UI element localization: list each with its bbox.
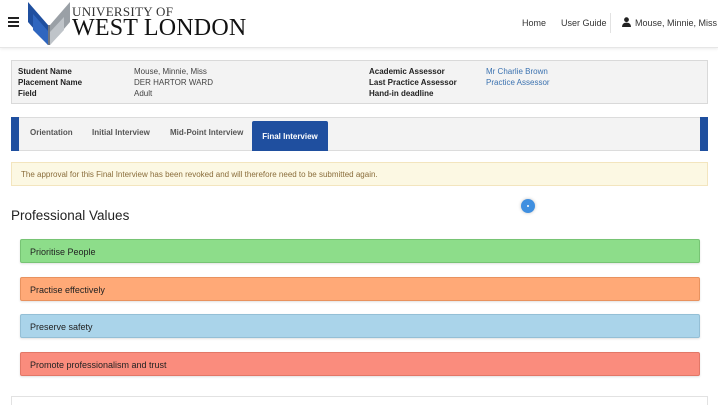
- hand-in-deadline-label: Hand-in deadline: [369, 89, 434, 98]
- user-guide-link[interactable]: User Guide: [561, 18, 607, 28]
- nav-divider: [610, 13, 611, 33]
- user-icon[interactable]: [622, 17, 631, 27]
- value-prioritise-people[interactable]: Prioritise People: [20, 239, 700, 263]
- revoked-approval-alert: The approval for this Final Interview ha…: [11, 162, 708, 186]
- tabs-left-edge: [11, 117, 19, 151]
- value-preserve-safety[interactable]: Preserve safety: [20, 314, 700, 338]
- university-logo[interactable]: [28, 2, 70, 45]
- field-value: Adult: [134, 89, 153, 98]
- tabs-right-edge: [700, 117, 708, 151]
- home-link[interactable]: Home: [522, 18, 546, 28]
- section-title: Professional Values: [11, 208, 130, 223]
- next-section-panel: [11, 396, 708, 405]
- loading-indicator: [521, 199, 535, 213]
- placement-name-value: DER HARTOR WARD: [134, 78, 213, 87]
- tab-mid-point-interview[interactable]: Mid-Point Interview: [170, 128, 243, 137]
- brand-name: WEST LONDON: [72, 15, 247, 41]
- tab-initial-interview[interactable]: Initial Interview: [92, 128, 150, 137]
- last-practice-assessor-link[interactable]: Practice Assessor: [486, 78, 550, 87]
- academic-assessor-label: Academic Assessor: [369, 67, 445, 76]
- field-label: Field: [18, 89, 37, 98]
- value-promote-professionalism[interactable]: Promote professionalism and trust: [20, 352, 700, 376]
- tab-final-interview[interactable]: Final Interview: [252, 121, 328, 151]
- student-name-value: Mouse, Minnie, Miss: [134, 67, 207, 76]
- tab-orientation[interactable]: Orientation: [30, 128, 73, 137]
- value-practise-effectively[interactable]: Practise effectively: [20, 277, 700, 301]
- academic-assessor-link[interactable]: Mr Charlie Brown: [486, 67, 548, 76]
- user-name-link[interactable]: Mouse, Minnie, Miss: [635, 18, 717, 28]
- hamburger-menu-icon[interactable]: [8, 17, 19, 28]
- student-name-label: Student Name: [18, 67, 72, 76]
- interview-tabs: Orientation Initial Interview Mid-Point …: [11, 117, 708, 151]
- placement-name-label: Placement Name: [18, 78, 83, 87]
- student-info-panel: Student Name Mouse, Minnie, Miss Placeme…: [11, 60, 708, 104]
- last-practice-assessor-label: Last Practice Assessor: [369, 78, 457, 87]
- top-header: UNIVERSITY OF WEST LONDON Home User Guid…: [0, 0, 718, 48]
